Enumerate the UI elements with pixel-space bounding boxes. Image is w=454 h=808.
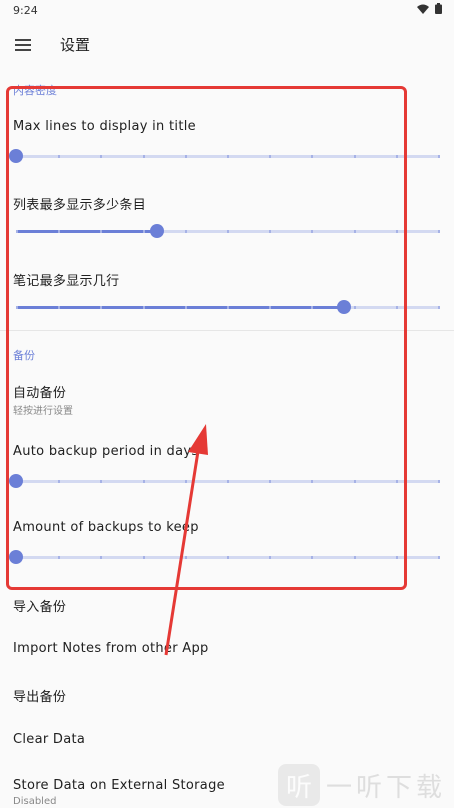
watermark-logo-icon: 听: [277, 764, 320, 806]
annotation-arrow: [164, 424, 208, 656]
watermark: 听 一听下载: [277, 764, 446, 806]
watermark-text: 一听下载: [325, 772, 446, 803]
